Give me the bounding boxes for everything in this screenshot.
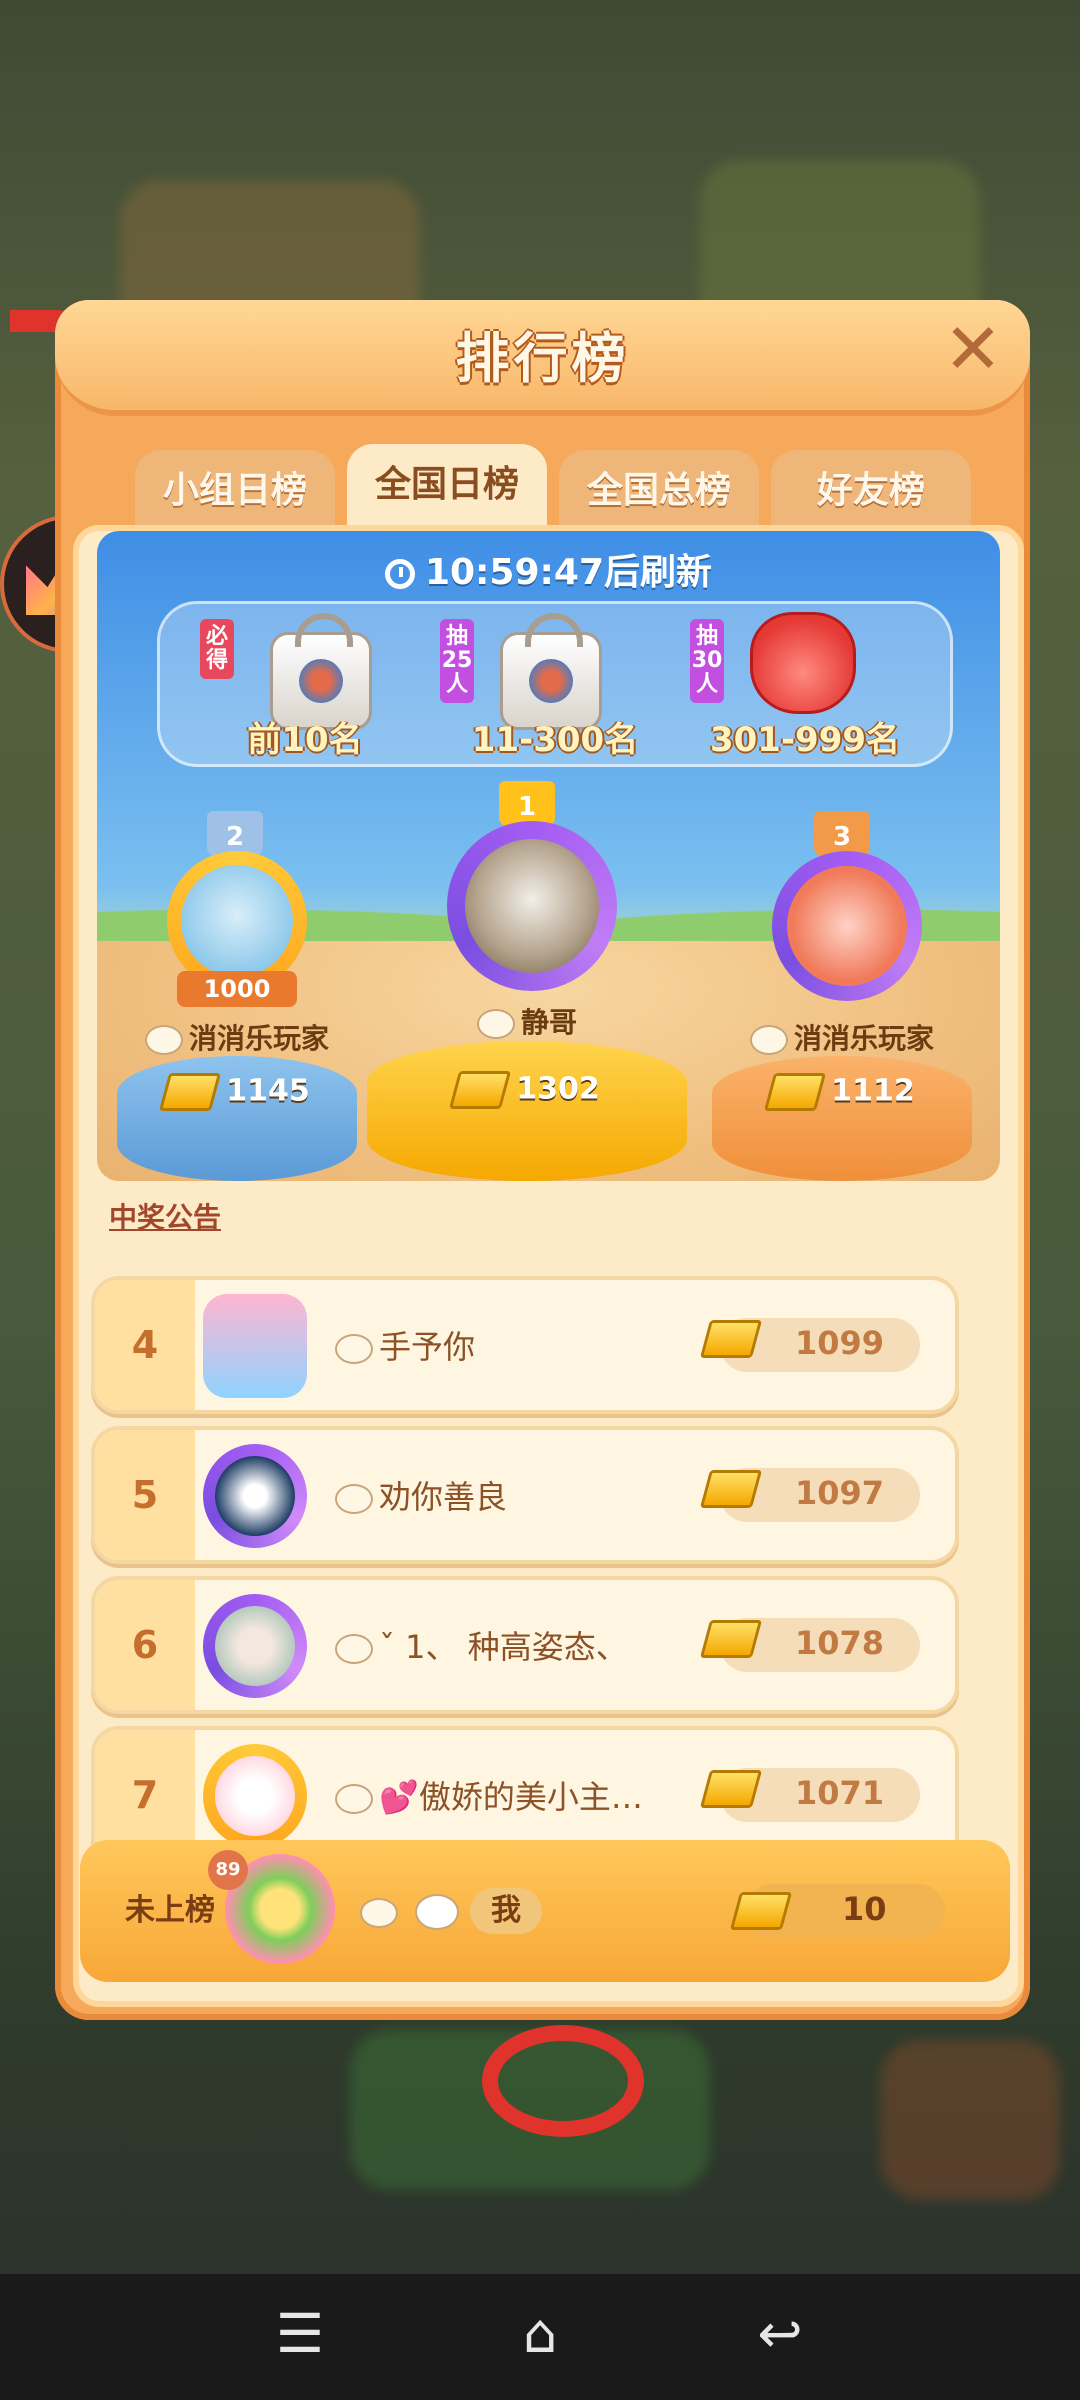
avatar — [167, 851, 307, 991]
bunny-icon — [335, 1784, 373, 1814]
prize-label: 301-999名 — [709, 720, 901, 760]
player-name: 静哥 — [367, 1001, 687, 1041]
tab-group-daily[interactable]: 小组日榜 — [135, 450, 335, 532]
row-rank: 5 — [95, 1430, 195, 1560]
row-name: 手予你 — [335, 1322, 665, 1368]
prize-label: 11-300名 — [471, 720, 639, 760]
home-icon[interactable]: ⌂ — [505, 2304, 575, 2364]
table-row[interactable]: 6 ˇ 1、 种高姿态、 1078 — [91, 1576, 959, 1714]
player-score: 1145 — [107, 1073, 367, 1111]
gold-bar-icon — [699, 1470, 763, 1508]
level-badge: 89 — [208, 1850, 248, 1890]
row-score: 1097 — [795, 1474, 885, 1512]
my-name: 我 — [470, 1888, 542, 1934]
table-row[interactable]: 5 劝你善良 1097 — [91, 1426, 959, 1564]
prize-tag: 必得 — [200, 619, 234, 679]
tab-national-total[interactable]: 全国总榜 — [559, 450, 759, 532]
rank-badge: 3 — [814, 811, 870, 857]
bunny-icon — [476, 1009, 515, 1039]
row-rank: 6 — [95, 1580, 195, 1710]
player-name: 消消乐玩家 — [702, 1017, 982, 1057]
prize-label: 前10名 — [247, 720, 363, 760]
rank-badge: 1 — [499, 781, 555, 827]
leaderboard-panel: 排行榜 ✕ 小组日榜 全国日榜 全国总榜 好友榜 10:59:47后刷新 必得 … — [55, 300, 1030, 2020]
clock-icon — [384, 559, 415, 589]
avatar — [447, 821, 617, 991]
player-name: 消消乐玩家 — [107, 1017, 367, 1057]
row-score: 1078 — [795, 1624, 885, 1662]
countdown-suffix: 后刷新 — [604, 552, 713, 593]
my-score: 10 — [842, 1890, 887, 1928]
bunny-icon — [335, 1484, 373, 1514]
gold-bar-icon — [699, 1620, 763, 1658]
prize-tag: 抽25人 — [440, 619, 474, 703]
gold-bar-icon — [764, 1073, 827, 1111]
prize-301-999: 抽30人 301-999名 — [680, 604, 930, 764]
tab-friends[interactable]: 好友榜 — [771, 450, 971, 532]
bunny-icon — [415, 1894, 459, 1930]
avatar — [203, 1744, 307, 1848]
page-title: 排行榜 — [455, 327, 630, 390]
table-row[interactable]: 4 手予你 1099 — [91, 1276, 959, 1414]
row-score: 1071 — [795, 1774, 885, 1812]
prize-info-box[interactable]: 必得 前10名 抽25人 11-300名 抽30人 301-999名 — [157, 601, 953, 767]
podium-first[interactable]: 1 静哥 1302 — [367, 781, 687, 1181]
title-bar: 排行榜 ✕ — [55, 300, 1030, 416]
prize-tag: 抽30人 — [690, 619, 724, 703]
bunny-icon — [144, 1025, 183, 1055]
bunny-icon — [360, 1898, 398, 1928]
player-score: 1302 — [367, 1071, 687, 1109]
podium-arena: 10:59:47后刷新 必得 前10名 抽25人 11-300名 抽30人 30… — [97, 531, 1000, 1181]
gold-bar-icon — [699, 1770, 763, 1808]
prize-11-300: 抽25人 11-300名 — [430, 604, 680, 764]
my-rank-row[interactable]: 未上榜 89 我 10 — [0, 1840, 1080, 1990]
panel-content: 10:59:47后刷新 必得 前10名 抽25人 11-300名 抽30人 30… — [73, 525, 1024, 2007]
gold-bar-icon — [159, 1073, 222, 1111]
back-icon[interactable]: ↩ — [745, 2304, 815, 2364]
row-name: ˇ 1、 种高姿态、 — [335, 1622, 665, 1668]
tab-national-daily[interactable]: 全国日榜 — [347, 444, 547, 532]
row-score: 1099 — [795, 1324, 885, 1362]
tab-bar: 小组日榜 全国日榜 全国总榜 好友榜 — [135, 444, 1015, 532]
podium-second[interactable]: 2 1000 消消乐玩家 1145 — [107, 811, 367, 1181]
prize-top10: 必得 前10名 — [180, 604, 430, 764]
refresh-countdown: 10:59:47后刷新 — [97, 543, 1000, 595]
red-ribbon-decoration — [482, 2025, 644, 2137]
winner-announcement-link[interactable]: 中奖公告 — [109, 1196, 221, 1236]
avatar — [772, 851, 922, 1001]
countdown-time: 10:59:47 — [424, 552, 605, 593]
player-score: 1112 — [702, 1073, 982, 1111]
system-nav-bar: ☰ ⌂ ↩ — [0, 2274, 1080, 2400]
gold-bar-icon — [699, 1320, 763, 1358]
gold-bar-icon — [449, 1071, 512, 1109]
row-rank: 4 — [95, 1280, 195, 1410]
row-name: 💕傲娇的美小主… — [335, 1772, 665, 1818]
level-badge: 1000 — [177, 971, 297, 1007]
bunny-icon — [335, 1634, 373, 1664]
row-name: 劝你善良 — [335, 1472, 665, 1518]
close-icon[interactable]: ✕ — [938, 314, 1008, 384]
bunny-icon — [749, 1025, 788, 1055]
bunny-icon — [335, 1334, 373, 1364]
gold-bar-icon — [729, 1892, 793, 1930]
menu-icon[interactable]: ☰ — [265, 2304, 335, 2364]
avatar — [203, 1294, 307, 1398]
avatar — [203, 1594, 307, 1698]
avatar — [203, 1444, 307, 1548]
podium-third[interactable]: 3 消消乐玩家 1112 — [702, 811, 982, 1181]
fox-plush-icon — [750, 612, 856, 714]
